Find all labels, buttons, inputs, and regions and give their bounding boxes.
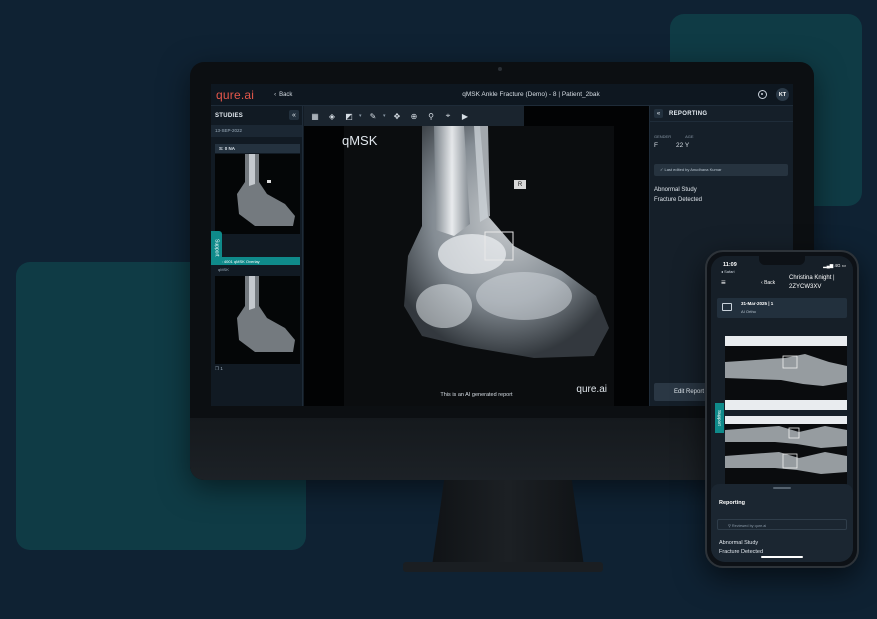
grid-icon[interactable]: ▦ bbox=[308, 109, 322, 123]
studies-panel: STUDIES « 13-SEP-2022 S: 0 NA S: 4001 qM… bbox=[211, 106, 303, 406]
folder-icon bbox=[722, 303, 732, 311]
image-viewer[interactable]: ▦ ◈ ◩ ▾ ✎ ▾ ✥ ⊕ ⚲ ⌖ ▶ qMSK R This is an … bbox=[304, 106, 649, 406]
phone-xray-2[interactable] bbox=[725, 416, 847, 486]
phone-study-name: AI Ortho bbox=[741, 309, 756, 314]
user-avatar[interactable]: KT bbox=[776, 88, 789, 101]
phone-reviewed-field[interactable]: ⚲ Reviewed by qure.ai bbox=[717, 519, 847, 530]
images-icon: ❐ bbox=[215, 366, 220, 371]
phone-screen: 11:09 ◂ Safari ▂▄▆ 4G ▭ ≡ ‹ Back Christi… bbox=[711, 256, 853, 562]
pen-icon[interactable]: ✎ bbox=[366, 109, 380, 123]
collapse-studies-button[interactable]: « bbox=[289, 110, 299, 120]
zoom-in-icon[interactable]: ⊕ bbox=[407, 109, 421, 123]
series-2-label[interactable]: S: 4001 qMSK Overlay bbox=[215, 257, 300, 265]
phone-study-row[interactable]: 31-Mar-2025 | 1 AI Ortho bbox=[717, 298, 847, 318]
reporting-header: « REPORTING bbox=[650, 106, 793, 122]
phone-device: 11:09 ◂ Safari ▂▄▆ 4G ▭ ≡ ‹ Back Christi… bbox=[705, 250, 859, 568]
phone-status-icons: ▂▄▆ 4G ▭ bbox=[823, 263, 846, 268]
phone-reporting-title: Reporting bbox=[719, 500, 745, 506]
back-label: Back bbox=[279, 91, 293, 98]
safari-back-link[interactable]: ◂ Safari bbox=[721, 269, 735, 274]
study-title: qMSK Ankle Fracture (Demo) - 8 | Patient… bbox=[462, 91, 600, 98]
age-label: AGE bbox=[685, 134, 694, 139]
series-1-thumbnail[interactable] bbox=[215, 154, 300, 234]
chevron-down-icon[interactable]: ▾ bbox=[383, 113, 387, 119]
camera-dot bbox=[498, 67, 502, 71]
menu-icon[interactable]: ≡ bbox=[721, 278, 726, 287]
series-2-thumbnail[interactable] bbox=[215, 276, 300, 364]
phone-finding-abnormal: Abnormal Study bbox=[719, 540, 759, 546]
series-1-label[interactable]: S: 0 NA bbox=[215, 144, 300, 153]
phone-support-tab[interactable]: Support bbox=[715, 403, 724, 433]
phone-reporting-sheet: Reporting ⚲ Reviewed by qure.ai Abnormal… bbox=[711, 484, 853, 562]
phone-notch bbox=[759, 256, 805, 265]
last-edited-bar: ✓ Last edited by Anudhana Kumar bbox=[654, 164, 788, 176]
back-button[interactable]: ‹ Back bbox=[274, 92, 292, 98]
phone-study-date: 31-Mar-2025 | 1 bbox=[741, 301, 774, 306]
contrast-icon[interactable]: ◩ bbox=[342, 109, 356, 123]
viewer-toolbar: ▦ ◈ ◩ ▾ ✎ ▾ ✥ ⊕ ⚲ ⌖ ▶ bbox=[304, 106, 524, 126]
app-logo[interactable]: qure.ai bbox=[216, 88, 254, 102]
check-icon: ✓ bbox=[660, 167, 664, 172]
phone-patient-name: Christina Knight | 2ZYCW3XV bbox=[789, 275, 835, 290]
monitor-stand-base bbox=[403, 562, 603, 572]
age-value: 22 Y bbox=[675, 142, 690, 149]
crosshair-icon[interactable]: ⌖ bbox=[441, 109, 455, 123]
monitor-stand bbox=[432, 480, 584, 566]
phone-xray-1[interactable] bbox=[725, 336, 847, 410]
search-icon: ⚲ bbox=[728, 524, 731, 528]
series-2-sublabel: qMSK bbox=[218, 267, 229, 272]
gender-value: F bbox=[654, 142, 658, 149]
image-count: ❐ 1 bbox=[215, 366, 223, 371]
move-icon[interactable]: ✥ bbox=[390, 109, 404, 123]
zoom-icon[interactable]: ⚲ bbox=[424, 109, 438, 123]
home-indicator[interactable] bbox=[761, 556, 803, 558]
overlay-product-label: qMSK bbox=[342, 133, 378, 148]
patient-meta-values: F 22 Y bbox=[654, 142, 689, 149]
patient-meta-labels: GENDER AGE bbox=[654, 134, 694, 139]
gender-label: GENDER bbox=[654, 134, 672, 139]
sheet-handle[interactable] bbox=[773, 487, 791, 489]
laterality-marker: R bbox=[514, 180, 526, 189]
app-header: qure.ai ‹ Back qMSK Ankle Fracture (Demo… bbox=[211, 84, 793, 106]
play-icon[interactable]: ▶ bbox=[458, 109, 472, 123]
phone-finding-fracture: Fracture Detected bbox=[719, 549, 764, 555]
collapse-reporting-button[interactable]: « bbox=[654, 109, 663, 118]
last-edited-text: Last edited by Anudhana Kumar bbox=[664, 167, 722, 172]
study-date-row[interactable]: 13-SEP-2022 bbox=[211, 125, 302, 137]
phone-back-button[interactable]: ‹ Back bbox=[761, 280, 775, 286]
report-findings: Abnormal Study Fracture Detected bbox=[654, 185, 702, 205]
layers-icon[interactable]: ◈ bbox=[325, 109, 339, 123]
finding-abnormal: Abnormal Study bbox=[654, 187, 697, 193]
reporting-title: REPORTING bbox=[669, 110, 708, 117]
settings-icon[interactable] bbox=[758, 90, 767, 99]
chevron-down-icon[interactable]: ▾ bbox=[359, 113, 363, 119]
ankle-xray-image bbox=[304, 106, 649, 406]
support-tab[interactable]: Support bbox=[211, 231, 222, 265]
finding-fracture: Fracture Detected bbox=[654, 197, 703, 203]
brand-watermark: qure.ai bbox=[576, 384, 607, 395]
chevron-left-icon: ‹ bbox=[274, 91, 277, 98]
phone-findings: Abnormal Study Fracture Detected bbox=[719, 539, 763, 557]
phone-time: 11:09 bbox=[723, 262, 737, 268]
